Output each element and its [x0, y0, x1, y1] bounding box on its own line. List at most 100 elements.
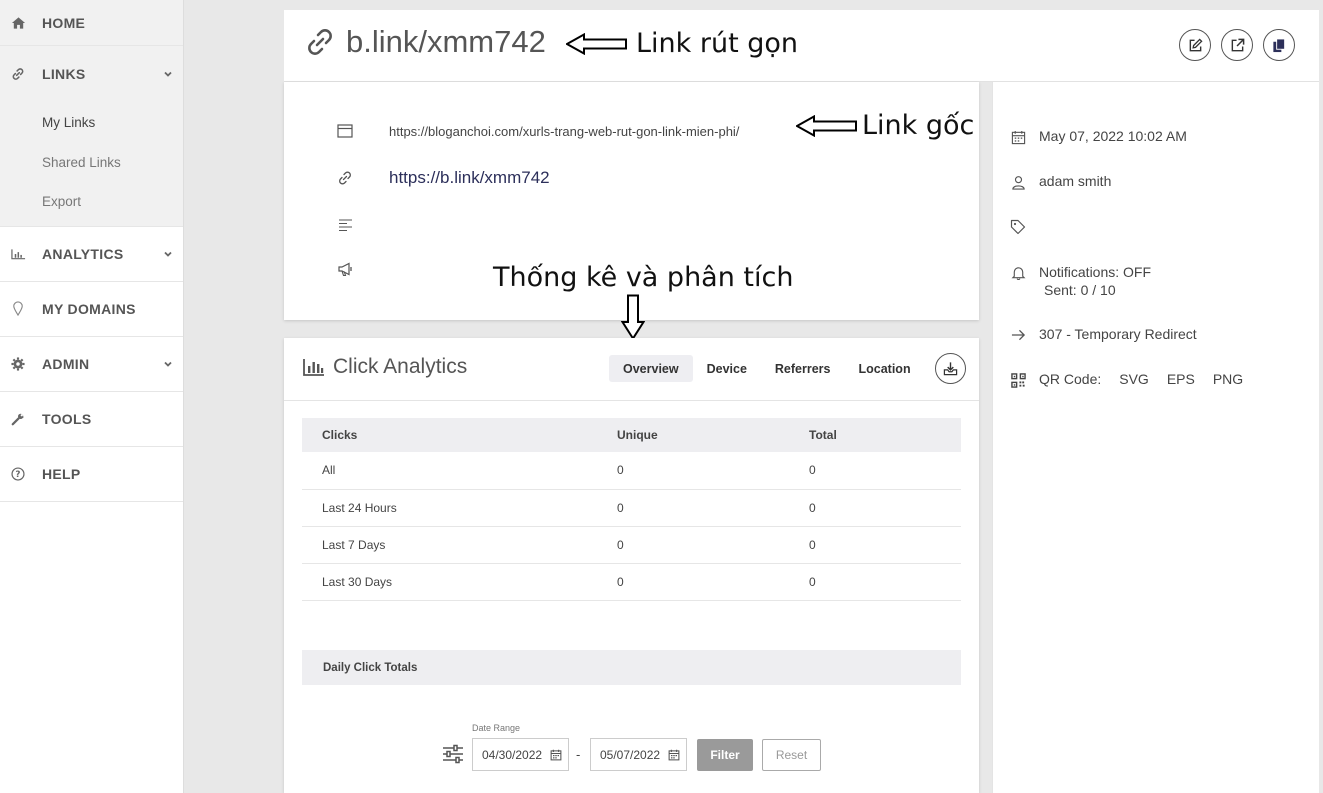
table-row: Last 7 Days 0 0 [302, 526, 961, 564]
row-unique: 0 [617, 563, 809, 601]
click-analytics-card: Click Analytics Overview Device Referrer… [284, 338, 979, 793]
sidebar-subitem-my-links[interactable]: My Links [0, 103, 183, 143]
sidebar-subitem-shared-links[interactable]: Shared Links [0, 143, 183, 183]
megaphone-icon [336, 260, 354, 278]
edit-button[interactable] [1179, 29, 1211, 61]
arrow-right-icon [1009, 326, 1027, 344]
download-analytics-button[interactable] [935, 353, 966, 384]
tab-device[interactable]: Device [693, 355, 761, 382]
arrow-left-icon [566, 32, 627, 55]
notifications-info: Notifications: OFF Sent: 0 / 10 [1039, 263, 1151, 299]
sidebar-item-links[interactable]: LINKS [0, 46, 183, 101]
gear-icon [10, 356, 26, 372]
row-period: Last 30 Days [302, 563, 617, 601]
notifications-status: Notifications: OFF [1039, 264, 1152, 280]
text-align-left-icon [336, 216, 354, 234]
bell-icon [1009, 263, 1027, 281]
tags-row [1009, 218, 1039, 236]
sidebar-item-label: ADMIN [42, 355, 90, 372]
chevron-down-icon [164, 361, 172, 367]
analytics-title: Click Analytics [303, 355, 467, 379]
sidebar-item-label: MY DOMAINS [42, 300, 136, 317]
sidebar-item-tools[interactable]: TOOLS [0, 392, 183, 447]
click-stats-table: Clicks Unique Total All 0 0 Last 24 Hour… [302, 418, 961, 601]
row-unique: 0 [617, 526, 809, 564]
sidebar-item-label: ANALYTICS [42, 245, 124, 262]
row-total: 0 [809, 526, 961, 564]
qr-download-png[interactable]: PNG [1213, 371, 1243, 387]
analytics-header: Click Analytics Overview Device Referrer… [284, 338, 979, 401]
row-period: Last 7 Days [302, 526, 617, 564]
edit-icon [1189, 37, 1203, 51]
calendar-icon [1009, 128, 1027, 146]
copy-icon [1273, 37, 1286, 52]
end-date-input[interactable]: 05/07/2022 [590, 738, 687, 771]
campaign-row [336, 260, 389, 278]
user-icon [1009, 173, 1027, 191]
column-header-total: Total [809, 418, 961, 452]
links-submenu: My Links Shared Links Export [0, 101, 183, 227]
external-link-icon [1231, 38, 1244, 51]
sidebar: HOME LINKS My Links Shared Links Export … [0, 0, 184, 793]
owner-name: adam smith [1039, 173, 1112, 189]
row-period: All [302, 452, 617, 490]
notifications-row: Notifications: OFF Sent: 0 / 10 [1009, 263, 1151, 299]
sidebar-item-help[interactable]: ? HELP [0, 447, 183, 502]
tag-icon [1009, 218, 1027, 236]
sidebar-subitem-export[interactable]: Export [0, 182, 183, 222]
table-row: Last 24 Hours 0 0 [302, 489, 961, 527]
short-url[interactable]: https://b.link/xmm742 [389, 168, 550, 188]
reset-button[interactable]: Reset [762, 739, 821, 771]
question-circle-icon: ? [10, 466, 26, 482]
analytics-annotation: Thống kê và phân tích [493, 262, 794, 293]
filter-button[interactable]: Filter [697, 739, 753, 771]
chevron-down-icon [164, 251, 172, 257]
copy-button[interactable] [1263, 29, 1295, 61]
analytics-tabs: Overview Device Referrers Location [609, 355, 925, 382]
original-url[interactable]: https://bloganchoi.com/xurls-trang-web-r… [389, 124, 739, 139]
link-icon [308, 29, 332, 55]
qr-download-eps[interactable]: EPS [1167, 371, 1195, 387]
row-unique: 0 [617, 489, 809, 527]
map-pin-icon [10, 301, 26, 317]
link-info-card: https://bloganchoi.com/xurls-trang-web-r… [284, 82, 979, 340]
tab-overview[interactable]: Overview [609, 355, 693, 382]
sidebar-item-label: TOOLS [42, 410, 92, 427]
svg-text:?: ? [15, 470, 20, 480]
short-link-annotation: Link rút gọn [566, 28, 798, 59]
page-title: b.link/xmm742 [304, 24, 546, 60]
qr-code-icon [1009, 371, 1027, 389]
created-date: May 07, 2022 10:02 AM [1039, 128, 1187, 144]
redirect-row: 307 - Temporary Redirect [1009, 326, 1197, 344]
row-period: Last 24 Hours [302, 489, 617, 527]
notifications-sent: Sent: 0 / 10 [1044, 282, 1116, 298]
sidebar-item-admin[interactable]: ADMIN [0, 337, 183, 392]
calendar-icon [550, 749, 562, 761]
browser-window-icon [336, 122, 354, 140]
sidebar-item-my-domains[interactable]: MY DOMAINS [0, 282, 183, 337]
open-external-button[interactable] [1221, 29, 1253, 61]
row-unique: 0 [617, 452, 809, 490]
qr-download-svg[interactable]: SVG [1119, 371, 1149, 387]
short-url-row: https://b.link/xmm742 [336, 168, 550, 188]
link-header: b.link/xmm742 Link rút gọn [284, 10, 1319, 82]
row-total: 0 [809, 563, 961, 601]
table-row: All 0 0 [302, 452, 961, 490]
daily-click-totals-header: Daily Click Totals [302, 650, 961, 685]
chevron-down-icon [164, 71, 172, 77]
link-icon [10, 66, 26, 82]
sliders-icon[interactable] [442, 744, 464, 764]
header-actions [1179, 29, 1295, 61]
sidebar-item-home[interactable]: HOME [0, 0, 183, 46]
tab-location[interactable]: Location [845, 355, 925, 382]
tab-referrers[interactable]: Referrers [761, 355, 845, 382]
short-link-title: b.link/xmm742 [346, 24, 546, 59]
sidebar-item-label: HELP [42, 465, 81, 482]
start-date-input[interactable]: 04/30/2022 [472, 738, 569, 771]
sidebar-item-analytics[interactable]: ANALYTICS [0, 227, 183, 282]
home-icon [10, 15, 26, 31]
link-details-panel: May 07, 2022 10:02 AM adam smith Notific… [992, 82, 1319, 793]
bar-chart-icon [303, 359, 324, 376]
row-total: 0 [809, 452, 961, 490]
bar-chart-icon [10, 246, 26, 262]
